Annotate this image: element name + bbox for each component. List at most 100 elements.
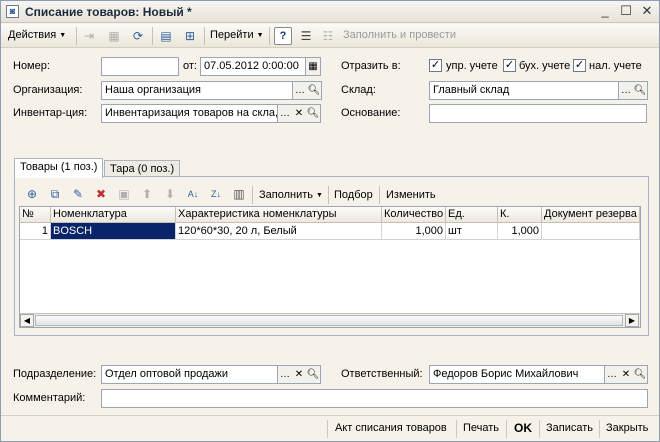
barcode-icon[interactable]: ▥ bbox=[230, 185, 248, 203]
enter-on-basis-icon[interactable]: ⇥ bbox=[80, 27, 98, 45]
edit-row-icon[interactable]: ✎ bbox=[69, 185, 87, 203]
toolbar-separator bbox=[252, 186, 253, 204]
search-icon[interactable]: 🔍︎ bbox=[306, 104, 321, 123]
management-accounting-checkbox[interactable]: ✓ bbox=[429, 59, 442, 72]
cell-item[interactable]: BOSCH bbox=[51, 223, 176, 240]
column-header-reserve-document[interactable]: Документ резерва bbox=[542, 207, 640, 223]
basis-label: Основание: bbox=[341, 107, 401, 119]
cell-characteristic[interactable]: 120*60*30, 20 л, Белый bbox=[176, 223, 382, 240]
warehouse-select-button[interactable]: … bbox=[619, 81, 634, 100]
delete-row-icon[interactable]: ✖ bbox=[92, 185, 110, 203]
toolbar-separator bbox=[506, 420, 507, 438]
date-field[interactable]: 07.05.2012 0:00:00 bbox=[200, 57, 306, 76]
column-header-quantity[interactable]: Количество bbox=[382, 207, 446, 223]
scroll-right-icon[interactable]: ▶ bbox=[625, 314, 639, 327]
sort-ascending-icon[interactable]: A↓ bbox=[184, 185, 202, 203]
organization-field[interactable]: Наша организация bbox=[101, 81, 293, 100]
actions-menu[interactable]: Действия ▼ bbox=[8, 29, 66, 41]
cell-reserve-document[interactable] bbox=[542, 223, 640, 240]
column-header-characteristic[interactable]: Характеристика номенклатуры bbox=[176, 207, 382, 223]
basis-field[interactable] bbox=[429, 104, 647, 123]
move-down-icon[interactable]: ⬇ bbox=[161, 185, 179, 203]
copy-row-icon[interactable]: ⧉ bbox=[46, 185, 64, 203]
close-button[interactable]: Закрыть bbox=[606, 422, 648, 434]
chevron-down-icon: ▼ bbox=[256, 32, 264, 39]
select-button[interactable]: Подбор bbox=[334, 189, 373, 201]
list-icon[interactable]: ☰ bbox=[297, 27, 315, 45]
horizontal-scrollbar[interactable]: ◀ ▶ bbox=[20, 313, 640, 327]
ok-button[interactable]: OK bbox=[514, 421, 532, 435]
column-header-item[interactable]: Номенклатура bbox=[51, 207, 176, 223]
toolbar-separator bbox=[76, 27, 77, 45]
edit-code-icon[interactable]: ▦ bbox=[105, 27, 123, 45]
goto-menu[interactable]: Перейти ▼ bbox=[210, 29, 264, 41]
tax-accounting-label: нал. учете bbox=[589, 60, 642, 72]
number-field[interactable] bbox=[101, 57, 179, 76]
comment-label: Комментарий: bbox=[13, 392, 86, 404]
structure-icon[interactable]: ⊞ bbox=[181, 27, 199, 45]
clear-icon[interactable]: ✕ bbox=[292, 104, 307, 123]
close-window-button[interactable]: ✕ bbox=[639, 4, 655, 19]
goto-menu-label: Перейти bbox=[210, 29, 254, 41]
search-icon[interactable]: 🔍︎ bbox=[306, 365, 321, 384]
chevron-down-icon: ▼ bbox=[316, 192, 323, 199]
write-off-act-button[interactable]: Акт списания товаров bbox=[335, 422, 447, 434]
actions-menu-label: Действия bbox=[8, 29, 57, 41]
inventory-select-button[interactable]: … bbox=[278, 104, 293, 123]
accounting-checkbox[interactable]: ✓ bbox=[503, 59, 516, 72]
bottom-command-bar: Акт списания товаров Печать OK Записать … bbox=[1, 415, 659, 441]
toolbar-separator bbox=[539, 420, 540, 438]
document-icon: ◙ bbox=[6, 5, 19, 18]
cell-number[interactable]: 1 bbox=[20, 223, 51, 240]
number-label: Номер: bbox=[13, 60, 50, 72]
sort-descending-icon[interactable]: Z↓ bbox=[207, 185, 225, 203]
comment-field[interactable] bbox=[101, 389, 648, 408]
cell-quantity[interactable]: 1,000 bbox=[382, 223, 446, 240]
tab-goods[interactable]: Товары (1 поз.) bbox=[14, 158, 104, 178]
responsible-select-button[interactable]: … bbox=[605, 365, 620, 384]
fill-and-post-icon[interactable]: ☷ bbox=[319, 27, 337, 45]
department-select-button[interactable]: … bbox=[278, 365, 293, 384]
goods-table: № Номенклатура Характеристика номенклату… bbox=[19, 206, 641, 328]
toolbar-separator bbox=[456, 420, 457, 438]
refresh-icon[interactable]: ⟳ bbox=[129, 27, 147, 45]
add-row-icon[interactable]: ⊕ bbox=[23, 185, 41, 203]
column-header-unit[interactable]: Ед. bbox=[446, 207, 498, 223]
search-icon[interactable]: 🔍︎ bbox=[633, 81, 648, 100]
clear-icon[interactable]: ✕ bbox=[292, 365, 307, 384]
inventory-field[interactable]: Инвентаризация товаров на скла, bbox=[101, 104, 278, 123]
scroll-left-icon[interactable]: ◀ bbox=[20, 314, 34, 327]
column-header-coefficient[interactable]: К. bbox=[498, 207, 542, 223]
maximize-button[interactable]: ☐ bbox=[618, 4, 634, 19]
tax-accounting-checkbox[interactable]: ✓ bbox=[573, 59, 586, 72]
scroll-thumb[interactable] bbox=[35, 315, 623, 326]
fill-menu[interactable]: Заполнить ▼ bbox=[259, 189, 323, 201]
organization-select-button[interactable]: … bbox=[293, 81, 308, 100]
column-header-number[interactable]: № bbox=[20, 207, 51, 223]
warehouse-label: Склад: bbox=[341, 84, 376, 96]
calendar-icon[interactable]: ▦ bbox=[306, 57, 321, 76]
department-field[interactable]: Отдел оптовой продажи bbox=[101, 365, 278, 384]
move-up-icon[interactable]: ⬆ bbox=[138, 185, 156, 203]
warehouse-field[interactable]: Главный склад bbox=[429, 81, 619, 100]
fill-and-post-button[interactable]: Заполнить и провести bbox=[343, 29, 456, 41]
management-accounting-label: упр. учете bbox=[446, 60, 498, 72]
change-button[interactable]: Изменить bbox=[386, 189, 436, 201]
chevron-down-icon: ▼ bbox=[59, 32, 67, 39]
minimize-button[interactable]: _ bbox=[597, 4, 613, 19]
search-icon[interactable]: 🔍︎ bbox=[633, 365, 648, 384]
save-button[interactable]: Записать bbox=[546, 422, 593, 434]
help-button[interactable]: ? bbox=[274, 27, 292, 45]
print-button[interactable]: Печать bbox=[463, 422, 499, 434]
post-document-icon[interactable]: ▤ bbox=[157, 27, 175, 45]
search-icon[interactable]: 🔍︎ bbox=[307, 81, 322, 100]
organization-label: Организация: bbox=[13, 84, 83, 96]
toolbar-separator bbox=[599, 420, 600, 438]
responsible-field[interactable]: Федоров Борис Михайлович bbox=[429, 365, 605, 384]
responsible-label: Ответственный: bbox=[341, 368, 423, 380]
toolbar-separator bbox=[328, 186, 329, 204]
cell-unit[interactable]: шт bbox=[446, 223, 498, 240]
cell-coefficient[interactable]: 1,000 bbox=[498, 223, 542, 240]
clear-icon[interactable]: ✕ bbox=[619, 365, 634, 384]
end-edit-icon[interactable]: ▣ bbox=[115, 185, 133, 203]
